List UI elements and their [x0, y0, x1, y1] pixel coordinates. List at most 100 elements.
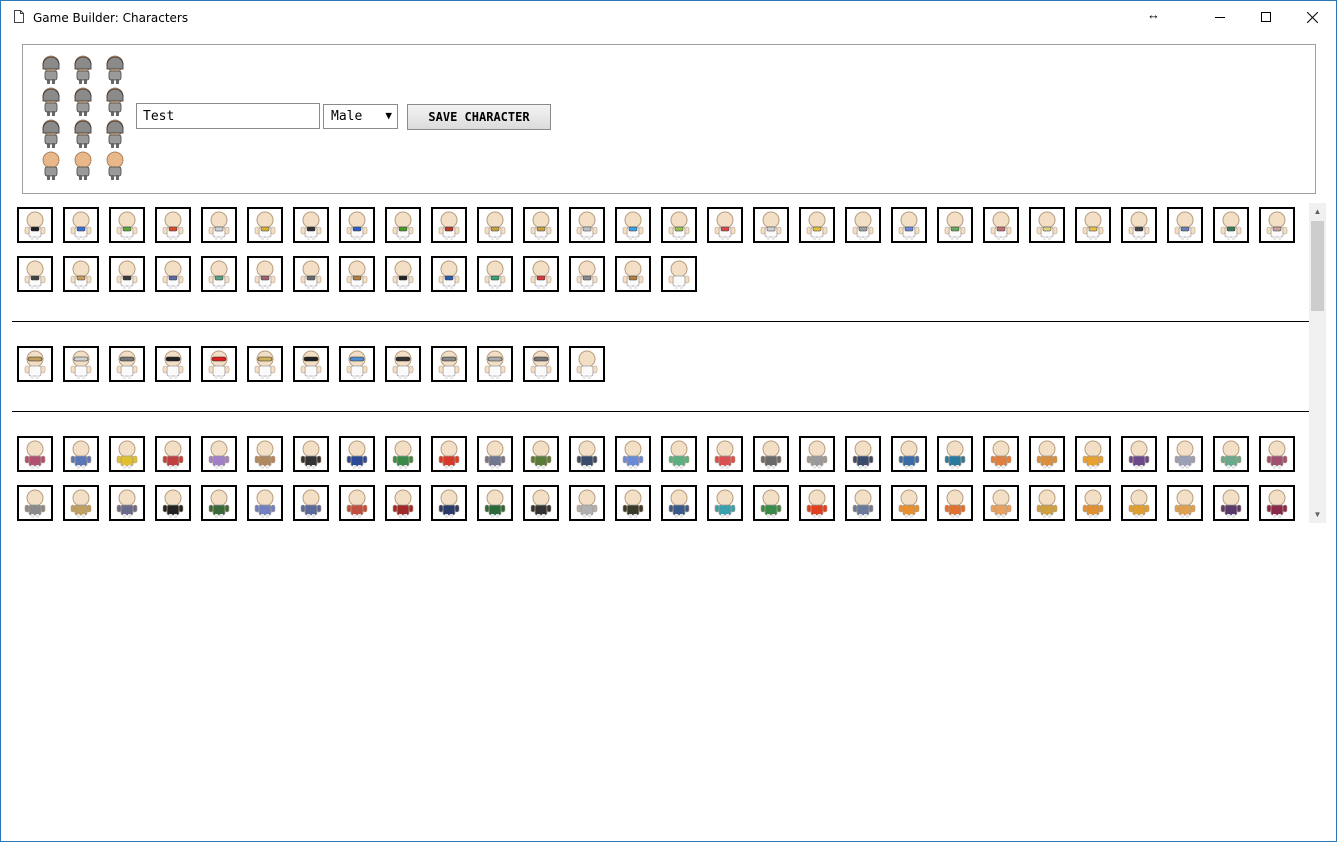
accessories-option-tile[interactable] — [477, 207, 513, 243]
accessories-option-tile[interactable] — [1259, 207, 1295, 243]
accessories-option-tile[interactable] — [799, 207, 835, 243]
minimize-button[interactable] — [1197, 1, 1243, 33]
shirts-option-tile[interactable] — [1029, 485, 1065, 521]
headwear-option-tile[interactable] — [523, 346, 559, 382]
shirts-option-tile[interactable] — [63, 485, 99, 521]
accessories-option-tile[interactable] — [63, 207, 99, 243]
shirts-option-tile[interactable] — [569, 485, 605, 521]
accessories-option-tile[interactable] — [385, 207, 421, 243]
shirts-option-tile[interactable] — [1167, 436, 1203, 472]
shirts-option-tile[interactable] — [339, 436, 375, 472]
shirts-option-tile[interactable] — [661, 485, 697, 521]
shirts-option-tile[interactable] — [1167, 485, 1203, 521]
accessories-option-tile[interactable] — [477, 256, 513, 292]
shirts-option-tile[interactable] — [1213, 485, 1249, 521]
accessories-option-tile[interactable] — [937, 207, 973, 243]
shirts-option-tile[interactable] — [1121, 485, 1157, 521]
shirts-option-tile[interactable] — [1029, 436, 1065, 472]
accessories-option-tile[interactable] — [1167, 207, 1203, 243]
save-character-button[interactable]: SAVE CHARACTER — [407, 104, 551, 130]
headwear-option-tile[interactable] — [17, 346, 53, 382]
accessories-option-tile[interactable] — [293, 256, 329, 292]
headwear-option-tile[interactable] — [247, 346, 283, 382]
shirts-option-tile[interactable] — [477, 485, 513, 521]
accessories-option-tile[interactable] — [247, 207, 283, 243]
maximize-button[interactable] — [1243, 1, 1289, 33]
accessories-option-tile[interactable] — [891, 207, 927, 243]
accessories-option-tile[interactable] — [569, 256, 605, 292]
accessories-option-tile[interactable] — [17, 256, 53, 292]
accessories-option-tile[interactable] — [523, 256, 559, 292]
shirts-option-tile[interactable] — [845, 436, 881, 472]
shirts-option-tile[interactable] — [155, 485, 191, 521]
title-bar[interactable]: Game Builder: Characters ↔ — [1, 1, 1336, 33]
headwear-option-tile[interactable] — [339, 346, 375, 382]
close-button[interactable] — [1289, 1, 1335, 33]
shirts-option-tile[interactable] — [615, 436, 651, 472]
shirts-option-tile[interactable] — [983, 485, 1019, 521]
shirts-option-tile[interactable] — [17, 485, 53, 521]
shirts-option-tile[interactable] — [523, 485, 559, 521]
accessories-option-tile[interactable] — [569, 207, 605, 243]
shirts-option-tile[interactable] — [385, 436, 421, 472]
scroll-up-arrow-icon[interactable]: ▲ — [1309, 203, 1326, 220]
shirts-option-tile[interactable] — [661, 436, 697, 472]
shirts-option-tile[interactable] — [339, 485, 375, 521]
accessories-option-tile[interactable] — [109, 256, 145, 292]
shirts-option-tile[interactable] — [937, 485, 973, 521]
accessories-option-tile[interactable] — [201, 256, 237, 292]
shirts-option-tile[interactable] — [63, 436, 99, 472]
shirts-option-tile[interactable] — [477, 436, 513, 472]
headwear-option-tile[interactable] — [385, 346, 421, 382]
accessories-option-tile[interactable] — [339, 256, 375, 292]
scrollbar-thumb[interactable] — [1311, 221, 1324, 311]
character-name-input[interactable] — [136, 103, 320, 129]
shirts-option-tile[interactable] — [707, 436, 743, 472]
shirts-option-tile[interactable] — [247, 485, 283, 521]
shirts-option-tile[interactable] — [293, 436, 329, 472]
shirts-option-tile[interactable] — [983, 436, 1019, 472]
shirts-option-tile[interactable] — [247, 436, 283, 472]
headwear-option-tile[interactable] — [431, 346, 467, 382]
shirts-option-tile[interactable] — [845, 485, 881, 521]
accessories-option-tile[interactable] — [983, 207, 1019, 243]
shirts-option-tile[interactable] — [431, 436, 467, 472]
shirts-option-tile[interactable] — [1259, 485, 1295, 521]
accessories-option-tile[interactable] — [247, 256, 283, 292]
shirts-option-tile[interactable] — [937, 436, 973, 472]
accessories-option-tile[interactable] — [1075, 207, 1111, 243]
accessories-option-tile[interactable] — [155, 207, 191, 243]
shirts-option-tile[interactable] — [753, 436, 789, 472]
shirts-option-tile[interactable] — [201, 485, 237, 521]
shirts-option-tile[interactable] — [569, 436, 605, 472]
accessories-option-tile[interactable] — [615, 256, 651, 292]
headwear-option-tile[interactable] — [109, 346, 145, 382]
gender-select[interactable]: Male ▼ — [323, 104, 398, 129]
accessories-option-tile[interactable] — [339, 207, 375, 243]
shirts-option-tile[interactable] — [109, 436, 145, 472]
shirts-option-tile[interactable] — [431, 485, 467, 521]
shirts-option-tile[interactable] — [615, 485, 651, 521]
headwear-option-tile[interactable] — [569, 346, 605, 382]
shirts-option-tile[interactable] — [891, 485, 927, 521]
headwear-option-tile[interactable] — [477, 346, 513, 382]
accessories-option-tile[interactable] — [707, 207, 743, 243]
accessories-option-tile[interactable] — [63, 256, 99, 292]
part-picker-list[interactable] — [3, 201, 1325, 525]
accessories-option-tile[interactable] — [845, 207, 881, 243]
accessories-option-tile[interactable] — [1121, 207, 1157, 243]
shirts-option-tile[interactable] — [201, 436, 237, 472]
accessories-option-tile[interactable] — [385, 256, 421, 292]
shirts-option-tile[interactable] — [17, 436, 53, 472]
accessories-option-tile[interactable] — [1029, 207, 1065, 243]
shirts-option-tile[interactable] — [293, 485, 329, 521]
accessories-option-tile[interactable] — [201, 207, 237, 243]
shirts-option-tile[interactable] — [155, 436, 191, 472]
accessories-option-tile[interactable] — [661, 256, 697, 292]
accessories-option-tile[interactable] — [523, 207, 559, 243]
shirts-option-tile[interactable] — [523, 436, 559, 472]
headwear-option-tile[interactable] — [201, 346, 237, 382]
accessories-option-tile[interactable] — [661, 207, 697, 243]
accessories-option-tile[interactable] — [1213, 207, 1249, 243]
shirts-option-tile[interactable] — [1121, 436, 1157, 472]
